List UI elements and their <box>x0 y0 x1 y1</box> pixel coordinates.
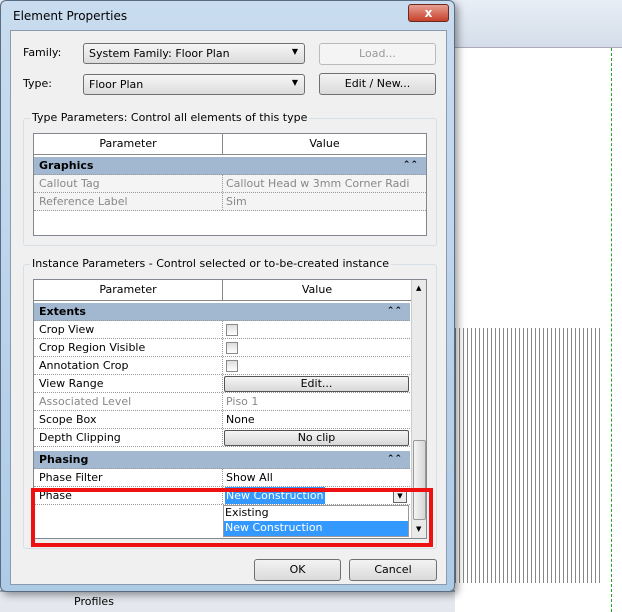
type-select[interactable]: Floor Plan ▼ <box>83 74 305 95</box>
table-row[interactable]: Crop View <box>34 321 410 339</box>
table-header: Parameter Value <box>34 134 426 155</box>
type-label: Type: <box>23 77 52 90</box>
browser-item-profiles[interactable]: Profiles <box>74 595 114 608</box>
param-value[interactable]: Show All <box>226 469 273 486</box>
table-row[interactable]: Reference Label Sim <box>34 193 426 211</box>
group-row-phasing[interactable]: Phasing ⌃⌃ <box>34 451 410 469</box>
family-label: Family: <box>23 46 62 59</box>
type-parameters-table: Parameter Value Graphics ⌃⌃ Callout Tag Ca… <box>33 133 427 236</box>
group-label: Extents <box>39 305 86 318</box>
type-value: Floor Plan <box>89 78 144 91</box>
load-button[interactable]: Load... <box>319 43 436 65</box>
param-name: Reference Label <box>39 195 128 208</box>
param-value[interactable]: None <box>226 411 255 428</box>
column-header-value[interactable]: Value <box>222 134 426 154</box>
dropdown-arrow-icon: ▼ <box>291 47 298 56</box>
highlight-annotation-box <box>31 488 433 547</box>
close-button[interactable]: x <box>408 4 449 22</box>
dropdown-arrow-icon: ▼ <box>291 78 298 87</box>
hatch-pattern <box>455 328 600 583</box>
param-name: Crop View <box>39 323 95 336</box>
table-row[interactable]: Depth Clipping No clip <box>34 429 410 447</box>
table-row[interactable]: Callout Tag Callout Head w 3mm Corner Rad… <box>34 175 426 193</box>
param-value: Callout Head w 3mm Corner Radi <box>226 177 410 190</box>
param-value: Piso 1 <box>226 395 259 408</box>
param-name: Depth Clipping <box>39 431 121 444</box>
table-row[interactable]: Annotation Crop <box>34 357 410 375</box>
scroll-up-icon[interactable]: ▲ <box>416 284 421 292</box>
column-header-parameter[interactable]: Parameter <box>34 134 222 154</box>
edit-new-button[interactable]: Edit / New... <box>319 73 436 95</box>
param-value: Sim <box>226 195 247 208</box>
ok-button[interactable]: OK <box>254 559 341 581</box>
crop-view-checkbox[interactable] <box>226 324 238 336</box>
param-name: Callout Tag <box>39 177 100 190</box>
annotation-crop-checkbox[interactable] <box>226 360 238 372</box>
collapse-icon[interactable]: ⌃⌃ <box>387 451 402 468</box>
type-parameters-title: Type Parameters: Control all elements of… <box>30 111 310 124</box>
table-header: Parameter Value <box>34 280 411 301</box>
param-name: Crop Region Visible <box>39 341 146 354</box>
collapse-icon[interactable]: ⌃⌃ <box>387 303 402 320</box>
family-select[interactable]: System Family: Floor Plan ▼ <box>83 43 305 64</box>
param-name: Associated Level <box>39 395 132 408</box>
cancel-button[interactable]: Cancel <box>349 559 437 581</box>
project-browser: Profiles <box>0 590 455 612</box>
depth-clipping-button[interactable]: No clip <box>224 430 409 446</box>
family-value: System Family: Floor Plan <box>89 47 230 60</box>
column-header-value[interactable]: Value <box>222 280 411 300</box>
table-row[interactable]: Crop Region Visible <box>34 339 410 357</box>
instance-parameters-title: Instance Parameters - Control selected o… <box>30 257 392 270</box>
table-row[interactable]: Scope Box None <box>34 411 410 429</box>
param-name: Annotation Crop <box>39 359 129 372</box>
element-properties-dialog: Element Properties x Family: System Fami… <box>0 0 455 592</box>
group-label: Graphics <box>39 159 94 172</box>
table-row[interactable]: Phase Filter Show All <box>34 469 410 487</box>
crop-region-visible-checkbox[interactable] <box>226 342 238 354</box>
param-name: Scope Box <box>39 413 97 426</box>
grid-line <box>611 48 612 612</box>
view-range-edit-button[interactable]: Edit... <box>224 376 409 392</box>
dialog-title: Element Properties <box>13 9 128 23</box>
group-row-graphics[interactable]: Graphics ⌃⌃ <box>34 157 426 175</box>
group-row-extents[interactable]: Extents ⌃⌃ <box>34 303 410 321</box>
table-row[interactable]: View Range Edit... <box>34 375 410 393</box>
group-label: Phasing <box>39 453 89 466</box>
collapse-icon[interactable]: ⌃⌃ <box>403 157 418 174</box>
column-header-parameter[interactable]: Parameter <box>34 280 222 300</box>
param-name: Phase Filter <box>39 471 103 484</box>
param-name: View Range <box>39 377 104 390</box>
table-row[interactable]: Associated Level Piso 1 <box>34 393 410 411</box>
